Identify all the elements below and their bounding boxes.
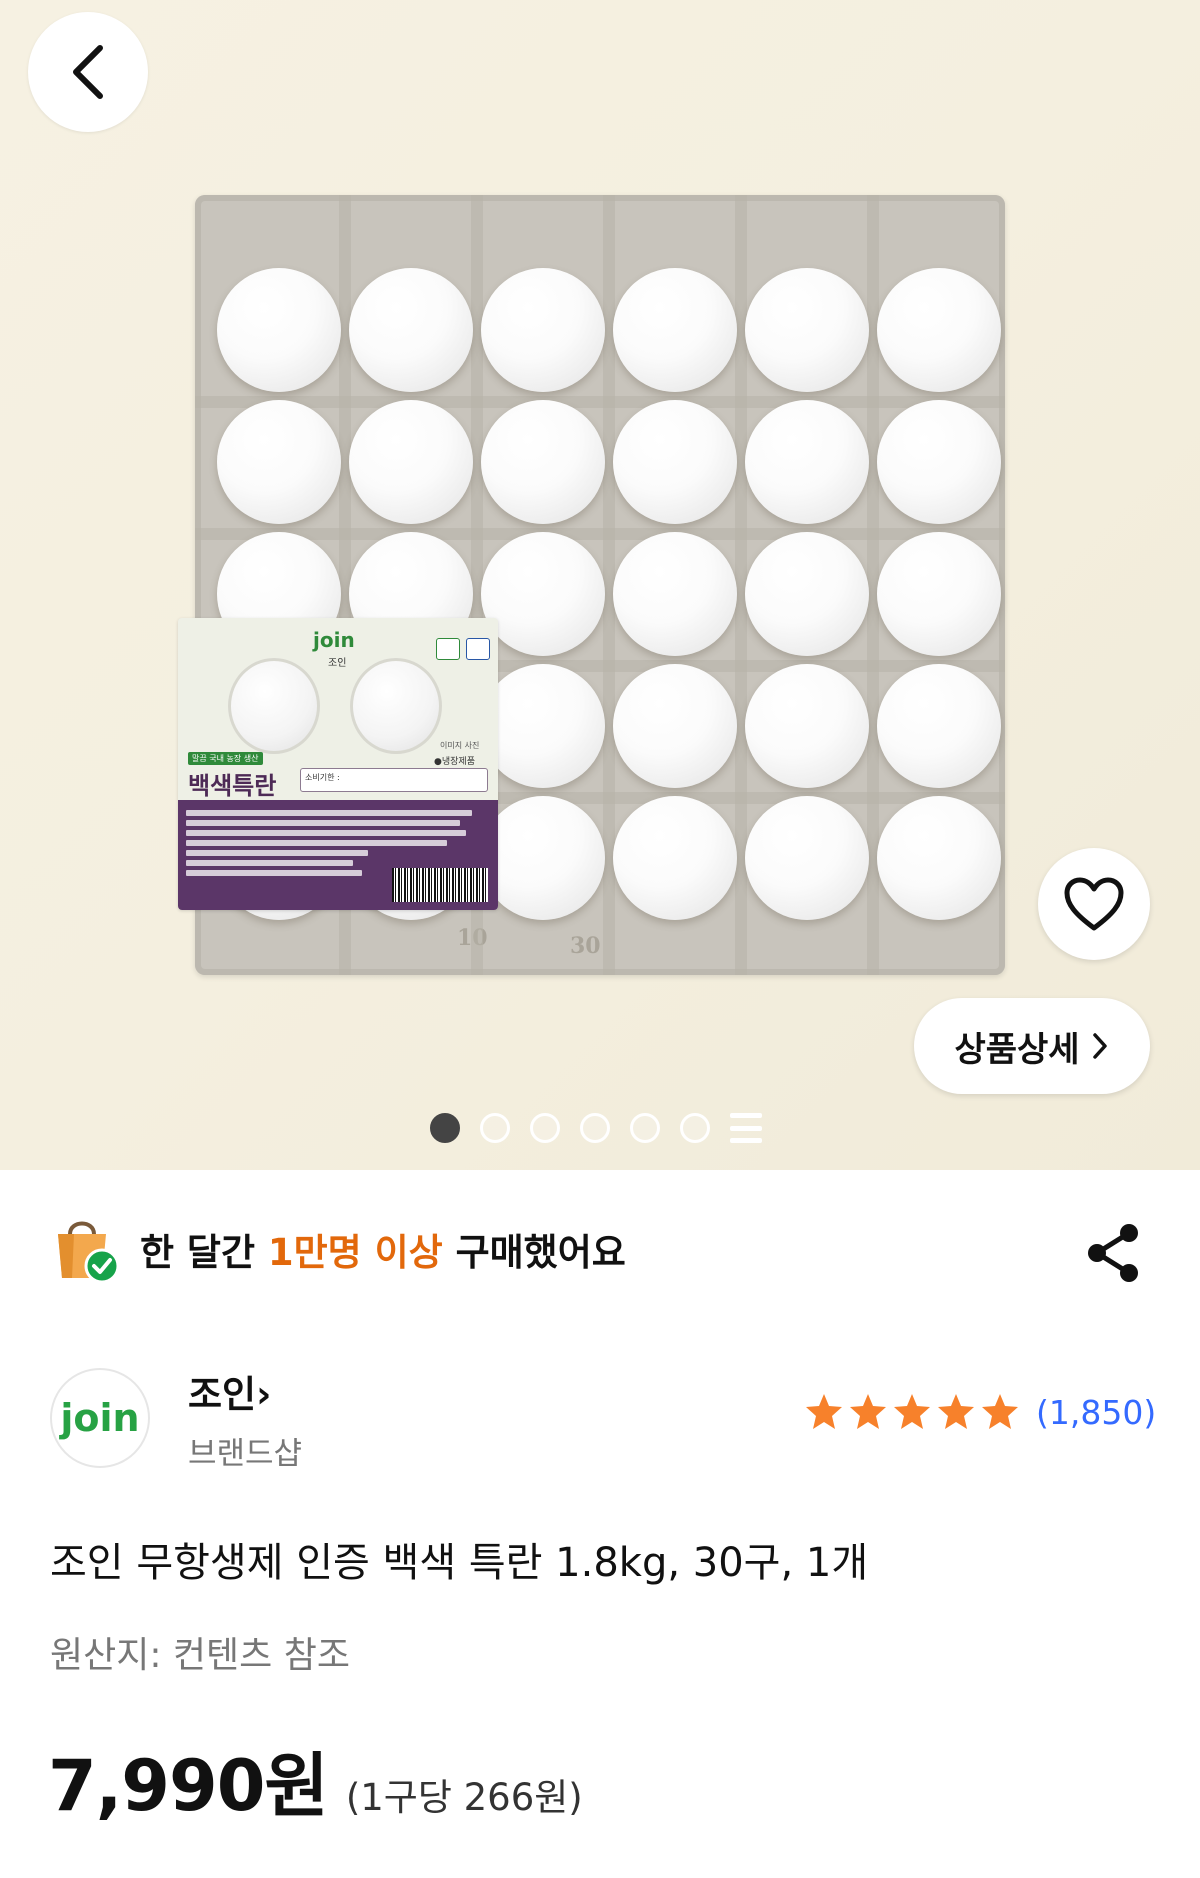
price-row: 7,990원 (1구당 266원) (48, 1730, 583, 1831)
product-origin: 원산지: 컨텐츠 참조 (50, 1635, 350, 1676)
rating-stars (804, 1392, 1020, 1432)
carousel-dot[interactable] (680, 1113, 710, 1143)
review-count[interactable]: (1,850) (1036, 1393, 1156, 1432)
label-egg-window (350, 658, 442, 754)
egg (877, 268, 1001, 392)
rating-summary[interactable]: (1,850) (804, 1392, 1156, 1432)
product-title: 조인 무항생제 인증 백색 특란 1.8kg, 30구, 1개 (50, 1540, 869, 1586)
egg (613, 400, 737, 524)
purchase-count-highlight: 1만명 이상 (267, 1231, 443, 1274)
star-icon (850, 1394, 886, 1429)
carousel-dot[interactable] (580, 1113, 610, 1143)
egg (613, 796, 737, 920)
carousel-dot[interactable] (530, 1113, 560, 1143)
egg (613, 664, 737, 788)
egg (877, 796, 1001, 920)
label-ribbon: 말끔 국내 농장 생산 (188, 752, 263, 765)
chevron-right-icon (1092, 1033, 1107, 1059)
product-package-label: join 조인 이미지 사진 ●냉장제품 말끔 국내 농장 생산 백색특란 소비… (178, 618, 498, 910)
product-detail-button[interactable]: 상품상세 (914, 998, 1150, 1094)
carousel-dot[interactable] (430, 1113, 460, 1143)
product-detail-label: 상품상세 (954, 1029, 1080, 1070)
egg (613, 532, 737, 656)
purchase-count-banner: 한 달간 1만명 이상 구매했어요 (52, 1212, 626, 1286)
egg (481, 268, 605, 392)
egg (481, 796, 605, 920)
egg (481, 400, 605, 524)
brand-logo-text: join (60, 1396, 140, 1440)
label-egg-window (228, 658, 320, 754)
egg (877, 664, 1001, 788)
star-icon (806, 1394, 842, 1429)
chevron-right-icon: › (256, 1373, 272, 1416)
share-icon (1088, 1224, 1138, 1282)
egg (877, 532, 1001, 656)
barcode-icon (392, 868, 488, 902)
purchase-count-prefix: 한 달간 (140, 1231, 268, 1274)
egg (745, 532, 869, 656)
purchase-count-suffix: 구매했어요 (442, 1231, 626, 1274)
star-icon (982, 1394, 1018, 1429)
egg (217, 400, 341, 524)
product-image-carousel[interactable]: 10 30 join 조인 이미지 사진 ●냉장제품 말끔 국내 농장 생산 백… (0, 0, 1200, 1170)
egg (745, 268, 869, 392)
unit-price: (1구당 266원) (345, 1776, 583, 1819)
star-icon (938, 1394, 974, 1429)
brand-shop-link[interactable]: 조인› (188, 1364, 271, 1418)
label-title: 백색특란 (188, 772, 277, 800)
tray-ridge (195, 396, 1005, 408)
egg (613, 268, 737, 392)
label-expiry-box: 소비기한 : (300, 768, 488, 792)
egg (217, 268, 341, 392)
label-brand-logo: join (313, 628, 355, 652)
brand-subtitle: 브랜드샵 (188, 1436, 303, 1472)
chevron-left-icon (73, 45, 103, 99)
egg (481, 532, 605, 656)
label-photo-note: 이미지 사진 (440, 741, 480, 750)
haccp-mark-icon (466, 638, 490, 660)
egg (745, 664, 869, 788)
label-info-block (178, 800, 498, 910)
brand-name: 조인 (188, 1373, 257, 1416)
label-fridge-note: ●냉장제품 (434, 757, 475, 767)
carousel-pagination (430, 1112, 762, 1144)
purchase-count-text: 한 달간 1만명 이상 구매했어요 (140, 1222, 626, 1276)
egg (877, 400, 1001, 524)
tray-mark: 30 (570, 933, 601, 959)
tray-ridge (195, 528, 1005, 540)
carousel-dot[interactable] (630, 1113, 660, 1143)
brand-logo[interactable]: join (50, 1368, 150, 1468)
label-brand-sub: 조인 (328, 658, 347, 669)
egg (349, 400, 473, 524)
egg (349, 268, 473, 392)
carousel-dot[interactable] (480, 1113, 510, 1143)
price: 7,990원 (48, 1745, 329, 1827)
shopping-bag-check-icon (58, 1221, 120, 1284)
heart-icon (1064, 877, 1124, 931)
star-icon (894, 1394, 930, 1429)
back-button[interactable] (28, 12, 148, 132)
cert-mark-icon (436, 638, 460, 660)
egg (745, 796, 869, 920)
view-all-images-icon[interactable] (730, 1113, 762, 1143)
egg (745, 400, 869, 524)
egg (481, 664, 605, 788)
share-button[interactable] (1078, 1218, 1148, 1288)
wishlist-button[interactable] (1038, 848, 1150, 960)
